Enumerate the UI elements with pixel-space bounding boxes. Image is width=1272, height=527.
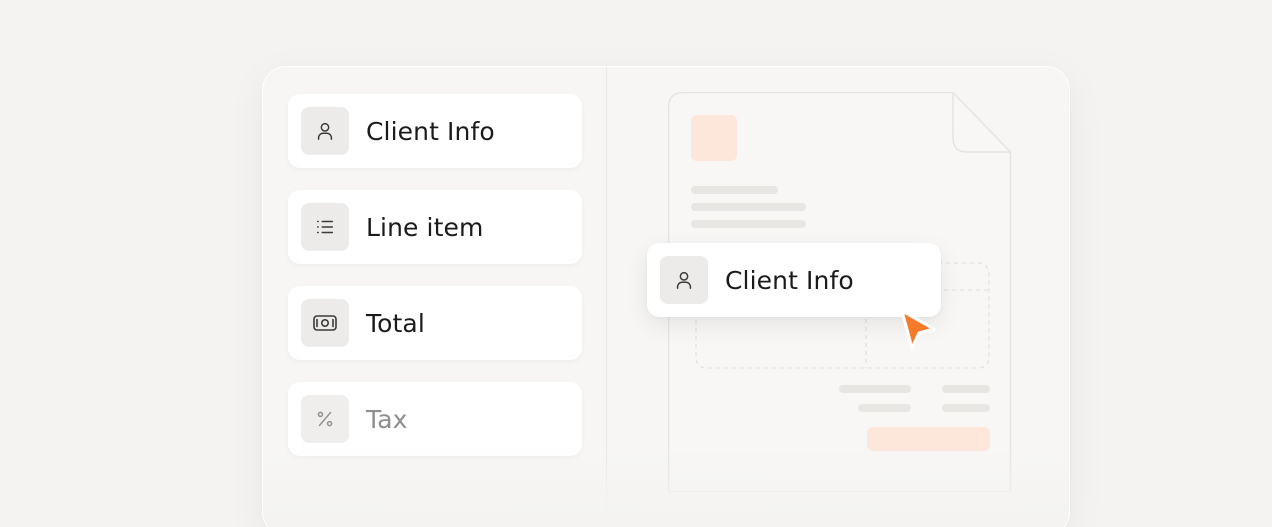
block-line-item[interactable]: Line item: [288, 190, 582, 264]
block-total[interactable]: Total: [288, 286, 582, 360]
text-placeholder: [858, 404, 911, 412]
pointer-arrow-icon: [896, 307, 940, 359]
block-client-info[interactable]: Client Info: [288, 94, 582, 168]
text-placeholder: [691, 203, 806, 211]
block-label: Total: [366, 308, 425, 338]
stage: Client Info Line item Total Tax Client I…: [0, 0, 1272, 527]
list-icon: [301, 203, 349, 251]
block-label: Tax: [366, 404, 408, 434]
percent-icon: [301, 395, 349, 443]
block-label: Client Info: [725, 265, 854, 295]
text-placeholder: [691, 220, 806, 228]
dragging-block-client-info[interactable]: Client Info: [647, 243, 941, 317]
block-tax[interactable]: Tax: [288, 382, 582, 456]
text-placeholder: [839, 385, 911, 393]
total-placeholder: [867, 427, 990, 451]
logo-placeholder: [691, 115, 737, 161]
banknote-icon: [301, 299, 349, 347]
text-placeholder: [942, 385, 990, 393]
text-placeholder: [942, 404, 990, 412]
text-placeholder: [691, 186, 778, 194]
user-icon: [660, 256, 708, 304]
block-label: Line item: [366, 212, 484, 242]
block-label: Client Info: [366, 116, 495, 146]
user-icon: [301, 107, 349, 155]
panel-divider: [606, 67, 607, 527]
